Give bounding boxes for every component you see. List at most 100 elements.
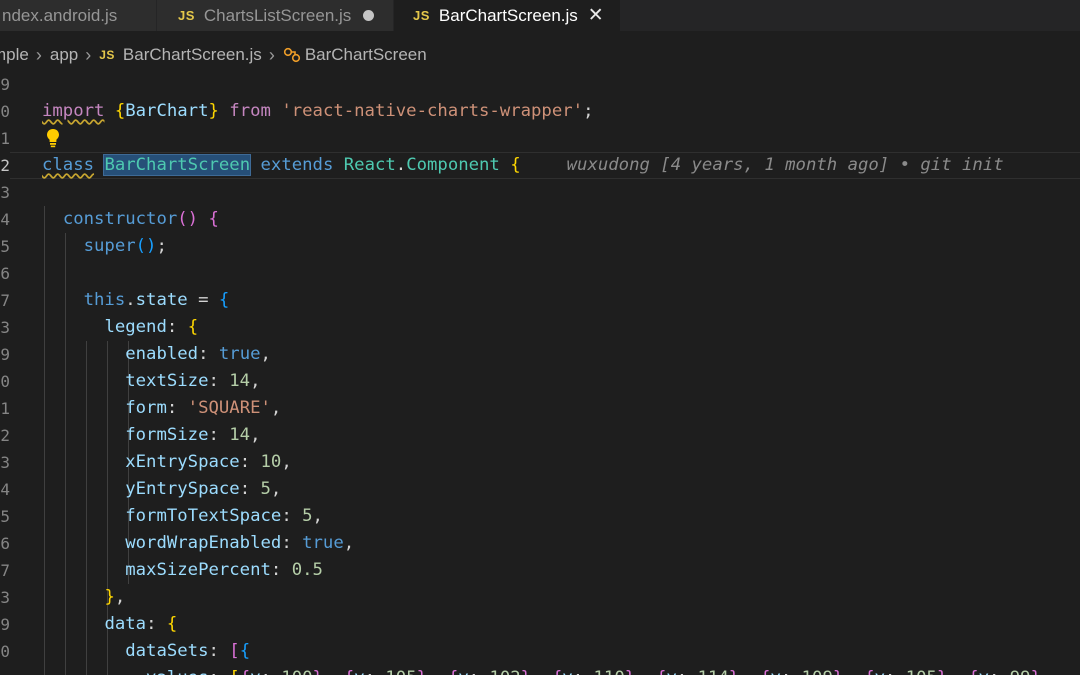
tab-charts-list-screen[interactable]: JS ChartsListScreen.js: [157, 0, 393, 31]
code-token: extends: [260, 155, 334, 175]
code-line[interactable]: },: [42, 584, 125, 611]
tab-label: ChartsListScreen.js: [203, 5, 352, 25]
code-token: }: [729, 668, 739, 675]
line-number[interactable]: 5: [0, 503, 10, 530]
code-token: {: [344, 668, 354, 675]
code-token: :: [166, 398, 188, 418]
code-editor[interactable]: 9 0 1 2 3 4 5 6 7 3 9 0 1 2 3 4 5 6 7 3 9 0 import {BarChart} …: [0, 71, 1080, 675]
code-token: }: [833, 668, 843, 675]
code-line[interactable]: import {BarChart} from 'react-native-cha…: [42, 98, 593, 125]
line-number[interactable]: 7: [0, 557, 10, 584]
code-token: {: [166, 614, 178, 634]
code-token: :: [365, 668, 386, 675]
code-token: 100: [281, 668, 312, 675]
code-token: :: [208, 641, 230, 661]
code-line[interactable]: maxSizePercent: 0.5: [42, 557, 323, 584]
code-token: from: [229, 101, 271, 121]
line-number[interactable]: 0: [0, 98, 10, 125]
code-token: {: [448, 668, 458, 675]
code-token: {: [760, 668, 770, 675]
code-line[interactable]: xEntrySpace: 10,: [42, 449, 291, 476]
code-token: ,: [270, 398, 282, 418]
line-number[interactable]: 1: [0, 395, 10, 422]
code-line[interactable]: yEntrySpace: 5,: [42, 476, 281, 503]
code-token: :: [469, 668, 490, 675]
tab-index-android[interactable]: ndex.android.js: [0, 0, 156, 31]
breadcrumb-item-class[interactable]: BarChartScreen: [305, 45, 427, 65]
code-token: ,: [250, 425, 261, 445]
code-token: }: [208, 101, 219, 121]
code-token: ,: [312, 506, 323, 526]
code-token: 14: [229, 425, 251, 445]
line-number[interactable]: 3: [0, 584, 10, 611]
tab-bar-chart-screen[interactable]: JS BarChartScreen.js ✕: [394, 0, 620, 31]
code-line[interactable]: values: [{y: 100}, {y: 105}, {y: 102}, {…: [42, 665, 1041, 675]
code-line[interactable]: constructor() {: [42, 206, 219, 233]
code-token: ,: [843, 668, 864, 675]
breadcrumb-item-file[interactable]: BarChartScreen.js: [123, 45, 262, 65]
code-line[interactable]: class BarChartScreen extends React.Compo…: [42, 152, 1004, 179]
code-line[interactable]: data: {: [42, 611, 177, 638]
code-token: :: [198, 344, 219, 364]
line-number[interactable]: 9: [0, 341, 10, 368]
code-token: ;: [156, 236, 167, 256]
line-number[interactable]: 4: [0, 206, 10, 233]
code-line[interactable]: textSize: 14,: [42, 368, 260, 395]
code-line[interactable]: wordWrapEnabled: true,: [42, 530, 354, 557]
code-token: :: [885, 668, 906, 675]
line-number[interactable]: 6: [0, 260, 10, 287]
code-token: 114: [698, 668, 729, 675]
line-number[interactable]: 3: [0, 314, 10, 341]
line-number[interactable]: 3: [0, 179, 10, 206]
breadcrumb-item-app[interactable]: app: [50, 45, 78, 65]
code-token: y: [458, 668, 468, 675]
code-token: :: [989, 668, 1010, 675]
code-line[interactable]: legend: {: [42, 314, 198, 341]
code-line[interactable]: super();: [42, 233, 167, 260]
code-token: {: [656, 668, 666, 675]
code-token: wordWrapEnabled: [125, 533, 282, 553]
code-token: 109: [802, 668, 833, 675]
code-line[interactable]: formToTextSpace: 5,: [42, 503, 323, 530]
line-number[interactable]: 3: [0, 449, 10, 476]
line-number[interactable]: 5: [0, 233, 10, 260]
code-line[interactable]: dataSets: [{: [42, 638, 250, 665]
code-token: :: [270, 560, 292, 580]
code-line[interactable]: form: 'SQUARE',: [42, 395, 281, 422]
breadcrumb: mple › app › JS BarChartScreen.js › BarC…: [0, 41, 1080, 69]
code-line[interactable]: enabled: true,: [42, 341, 271, 368]
code-token: :: [239, 479, 261, 499]
code-token: 110: [594, 668, 625, 675]
close-icon[interactable]: ✕: [588, 4, 604, 27]
unsaved-changes-dot-icon[interactable]: [363, 10, 375, 21]
code-token: {: [239, 641, 251, 661]
code-token: 99: [1010, 668, 1031, 675]
code-token: 0.5: [291, 560, 323, 580]
line-number[interactable]: 0: [0, 638, 10, 665]
code-token: values: [146, 668, 208, 675]
code-token: y: [979, 668, 989, 675]
lightbulb-icon[interactable]: [46, 128, 60, 148]
code-token: 5: [302, 506, 313, 526]
code-token: React: [343, 155, 396, 175]
line-number[interactable]: 1: [0, 125, 10, 152]
code-line[interactable]: formSize: 14,: [42, 422, 261, 449]
line-number[interactable]: 2: [0, 422, 10, 449]
line-number[interactable]: 0: [0, 368, 10, 395]
code-token: 'SQUARE': [187, 398, 271, 418]
line-number[interactable]: 9: [0, 611, 10, 638]
line-number[interactable]: 2: [0, 152, 10, 179]
line-number[interactable]: 7: [0, 287, 10, 314]
line-number[interactable]: 4: [0, 476, 10, 503]
code-line[interactable]: this.state = {: [42, 287, 230, 314]
code-token: legend: [104, 317, 167, 337]
line-number[interactable]: 6: [0, 530, 10, 557]
line-number[interactable]: 9: [0, 71, 10, 98]
breadcrumb-item-folder[interactable]: mple: [0, 45, 29, 65]
